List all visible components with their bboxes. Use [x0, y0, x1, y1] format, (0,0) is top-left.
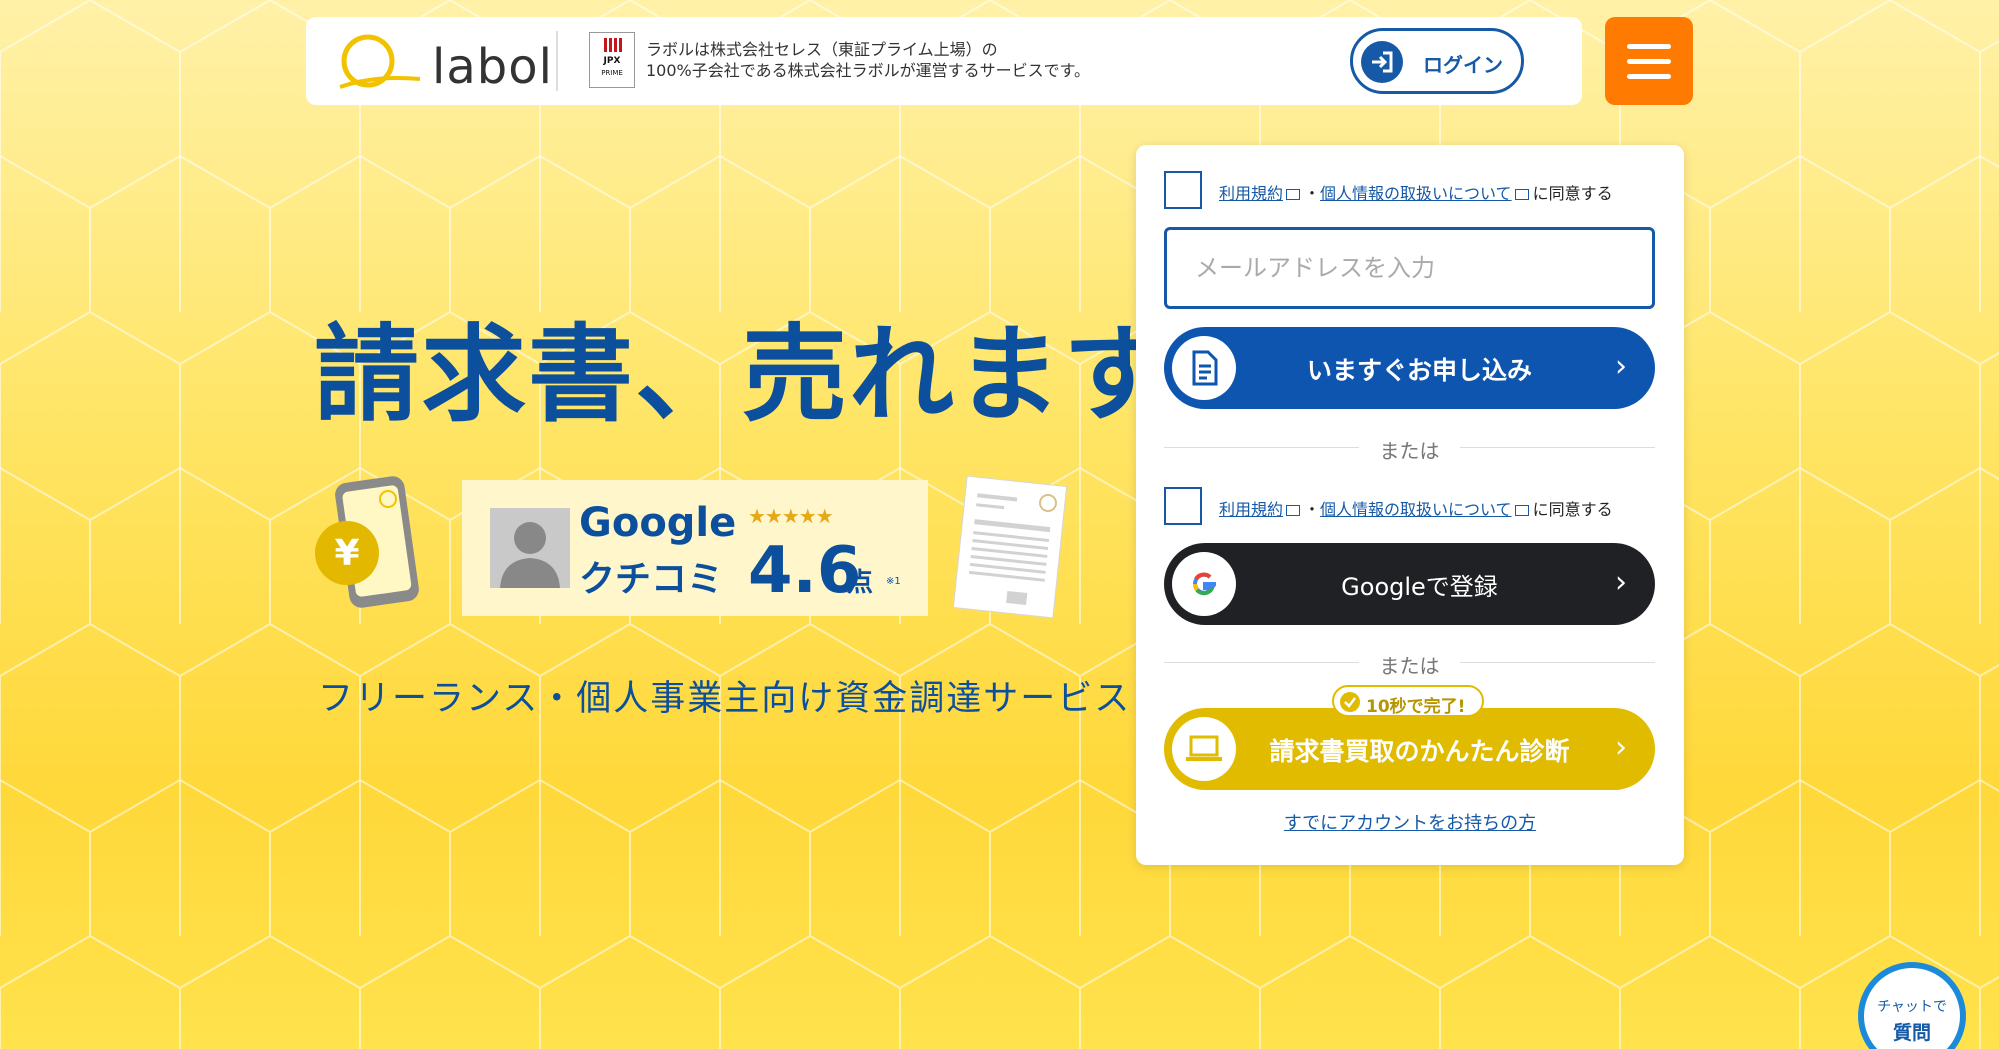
google-signup-button[interactable]: Googleで登録 › [1164, 543, 1655, 625]
hamburger-menu-icon [1627, 44, 1671, 49]
chevron-right-icon: › [1615, 565, 1627, 600]
hamburger-menu-button[interactable] [1605, 17, 1693, 105]
terms-link[interactable]: 利用規約 [1219, 184, 1283, 203]
existing-account-link[interactable]: すでにアカウントをお持ちの方 [1136, 809, 1684, 835]
reviewer-avatar-icon [490, 508, 570, 588]
review-score-unit: 点 [847, 568, 874, 598]
svg-text:¥: ¥ [334, 533, 359, 574]
separator: ・ [1304, 500, 1321, 519]
site-header: labol JPX PRIME ラボルは株式会社セレス（東証プライム上場）の 1… [306, 17, 1582, 105]
laptop-icon [1172, 717, 1236, 781]
labol-logo[interactable]: labol [334, 29, 552, 95]
apply-now-button[interactable]: いますぐお申し込み › [1164, 327, 1655, 409]
privacy-link[interactable]: 個人情報の取扱いについて [1320, 500, 1512, 519]
chat-label-line1: チャットで [1877, 999, 1947, 1015]
diagnosis-label: 請求書買取のかんたん診断 [1269, 737, 1570, 766]
privacy-link[interactable]: 個人情報の取扱いについて [1320, 184, 1512, 203]
prime-label: PRIME [601, 69, 623, 77]
external-link-icon [1514, 189, 1529, 200]
chat-question-button[interactable]: チャットで 質問 [1858, 962, 1966, 1049]
apply-now-label: いますぐお申し込み [1306, 356, 1532, 385]
external-link-icon [1514, 505, 1529, 516]
header-divider [556, 31, 558, 91]
login-button[interactable]: ログイン [1350, 28, 1524, 94]
star-rating-icon: ★★★★★ [748, 504, 834, 528]
agree-checkbox-google[interactable] [1164, 487, 1202, 525]
agree-suffix: に同意する [1532, 500, 1613, 519]
agree-checkbox-email[interactable] [1164, 171, 1202, 209]
phone-yen-illustration: ¥ [315, 476, 419, 608]
check-circle-icon [1340, 692, 1360, 712]
email-input[interactable] [1164, 227, 1655, 309]
jpx-label: JPX [603, 56, 621, 66]
badge-label: 10秒で完了! [1366, 697, 1466, 717]
chevron-right-icon: › [1615, 349, 1627, 384]
separator: ・ [1304, 184, 1321, 203]
labol-logo-mark [339, 34, 421, 89]
or-label: または [1379, 439, 1440, 463]
or-label: または [1379, 654, 1440, 678]
agree-suffix: に同意する [1532, 184, 1613, 203]
hero-subcopy: フリーランス・個人事業主向け資金調達サービス [318, 679, 1132, 719]
chevron-right-icon: › [1615, 730, 1627, 765]
logo-text: labol [432, 39, 553, 95]
external-link-icon [1286, 505, 1301, 516]
external-link-icon [1286, 189, 1301, 200]
invoice-diagnosis-button[interactable]: 請求書買取のかんたん診断 › [1164, 708, 1655, 790]
review-google-label: Google [579, 500, 737, 546]
company-note-line1: ラボルは株式会社セレス（東証プライム上場）の [646, 40, 998, 59]
google-signup-label: Googleで登録 [1341, 573, 1498, 601]
company-note: ラボルは株式会社セレス（東証プライム上場）の 100%子会社である株式会社ラボル… [646, 39, 1090, 81]
or-divider: または [1164, 650, 1655, 678]
ten-seconds-badge: 10秒で完了! [1332, 685, 1484, 717]
signup-form-card: 利用規約・個人情報の取扱いについてに同意する いますぐお申し込み › または 利… [1136, 145, 1684, 865]
company-note-line2: 100%子会社である株式会社ラボルが運営するサービスです。 [646, 61, 1090, 80]
review-kuchikomi-label: クチコミ [579, 559, 724, 600]
google-review-box: Google ★★★★★ クチコミ 4.6 点 ※1 [462, 480, 928, 616]
hero-headline: 請求書、売れます [314, 314, 1171, 436]
chat-label-line2: 質問 [1892, 1022, 1931, 1044]
review-score: 4.6 [748, 534, 862, 608]
login-arrow-icon [1361, 41, 1403, 83]
google-g-icon [1172, 552, 1236, 616]
document-icon [1172, 336, 1236, 400]
terms-link[interactable]: 利用規約 [1219, 500, 1283, 519]
review-footnote: ※1 [886, 576, 901, 587]
jpx-prime-logo: JPX PRIME [589, 32, 635, 88]
or-divider: または [1164, 435, 1655, 463]
invoice-document-illustration [952, 475, 1068, 619]
login-label: ログイン [1423, 53, 1503, 77]
